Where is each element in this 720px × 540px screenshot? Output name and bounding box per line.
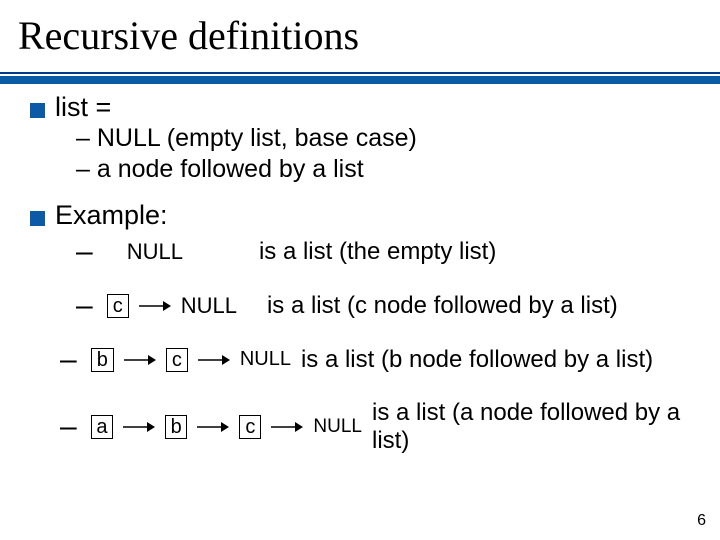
title-rule [0, 72, 720, 84]
arrow-right-icon [271, 420, 303, 434]
example-desc: is a list (a node followed by a list) [372, 399, 700, 455]
arrow-right-icon [123, 420, 155, 434]
bullet-square-icon [30, 211, 45, 226]
node-b: b [165, 415, 187, 439]
arrow-right-icon [124, 353, 156, 367]
arrow-right-icon [197, 420, 229, 434]
slide: Recursive definitions list = – NULL (emp… [0, 0, 720, 540]
page-number: 6 [697, 512, 706, 530]
subbullet-node: – a node followed by a list [30, 154, 700, 185]
example-block: – NULL is a list (the empty list) – c NU… [30, 237, 700, 455]
bullet-example: Example: [30, 200, 700, 231]
example-row-bc: – b c NULL is a list (b node followed by… [60, 345, 700, 375]
dash-icon: – [76, 291, 93, 321]
dash-icon: – [60, 412, 77, 442]
null-label: NULL [313, 416, 362, 438]
arrow-right-icon [139, 299, 171, 313]
rule-thick [0, 76, 720, 84]
null-label: NULL [181, 293, 237, 319]
null-label: NULL [127, 239, 183, 265]
bullet-list-def: list = [30, 92, 700, 123]
example-desc: is a list (c node followed by a list) [267, 292, 618, 320]
example-row-abc: – a b c NULL is a list (a node followed [60, 399, 700, 455]
node-b: b [91, 348, 114, 372]
node-a: a [91, 415, 113, 439]
subbullet-null: – NULL (empty list, base case) [30, 123, 700, 154]
bullet-text: list = [55, 92, 111, 123]
null-label: NULL [240, 348, 291, 371]
example-desc: is a list (the empty list) [259, 238, 496, 266]
dash-icon: – [60, 345, 77, 375]
node-c: c [239, 415, 261, 439]
example-row-null: – NULL is a list (the empty list) [76, 237, 700, 267]
bullet-text: Example: [55, 200, 168, 231]
example-row-c: – c NULL is a list (c node followed by a… [76, 291, 700, 321]
bullet-square-icon [30, 103, 45, 118]
slide-body: list = – NULL (empty list, base case) – … [0, 64, 720, 455]
slide-title: Recursive definitions [0, 0, 720, 64]
node-c: c [166, 348, 188, 372]
node-c: c [107, 294, 129, 318]
example-desc: is a list (b node followed by a list) [301, 346, 653, 374]
arrow-right-icon [198, 353, 230, 367]
dash-icon: – [76, 237, 93, 267]
rule-thin [0, 72, 720, 74]
